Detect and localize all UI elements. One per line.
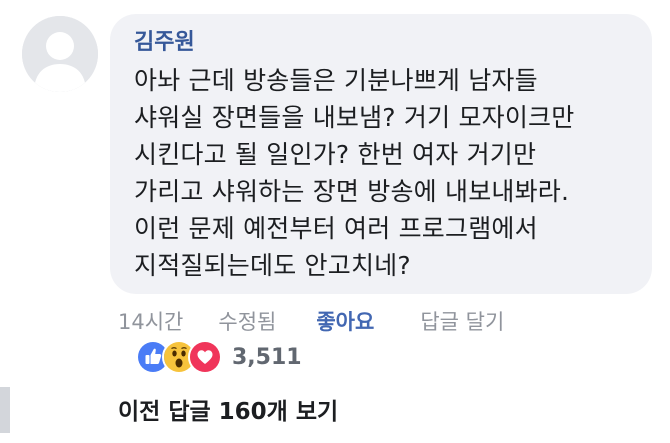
default-profile-icon: [22, 16, 98, 92]
comment-text: 아놔 근데 방송들은 기분나쁘게 남자들 샤워실 장면들을 내보냄? 거기 모자…: [134, 66, 575, 280]
reaction-count[interactable]: 3,511: [232, 345, 302, 370]
reaction-summary[interactable]: 3,511: [136, 340, 302, 374]
comment-author-name[interactable]: 김주원: [134, 26, 632, 60]
comment-timestamp[interactable]: 14시간: [118, 306, 183, 336]
comment-bubble: 김주원 아놔 근데 방송들은 기분나쁘게 남자들 샤워실 장면들을 내보냄? 거…: [110, 14, 652, 294]
like-button[interactable]: 좋아요: [316, 306, 374, 336]
reply-button[interactable]: 답글 달기: [420, 306, 504, 336]
edited-label[interactable]: 수정됨: [218, 306, 276, 336]
avatar[interactable]: [22, 16, 98, 92]
view-previous-replies-link[interactable]: 이전 답글 160개 보기: [118, 392, 338, 426]
comment-actions: 14시간 수정됨 좋아요 답글 달기: [118, 306, 504, 336]
love-reaction-icon: [188, 340, 222, 374]
reply-thread-line: [0, 387, 10, 433]
